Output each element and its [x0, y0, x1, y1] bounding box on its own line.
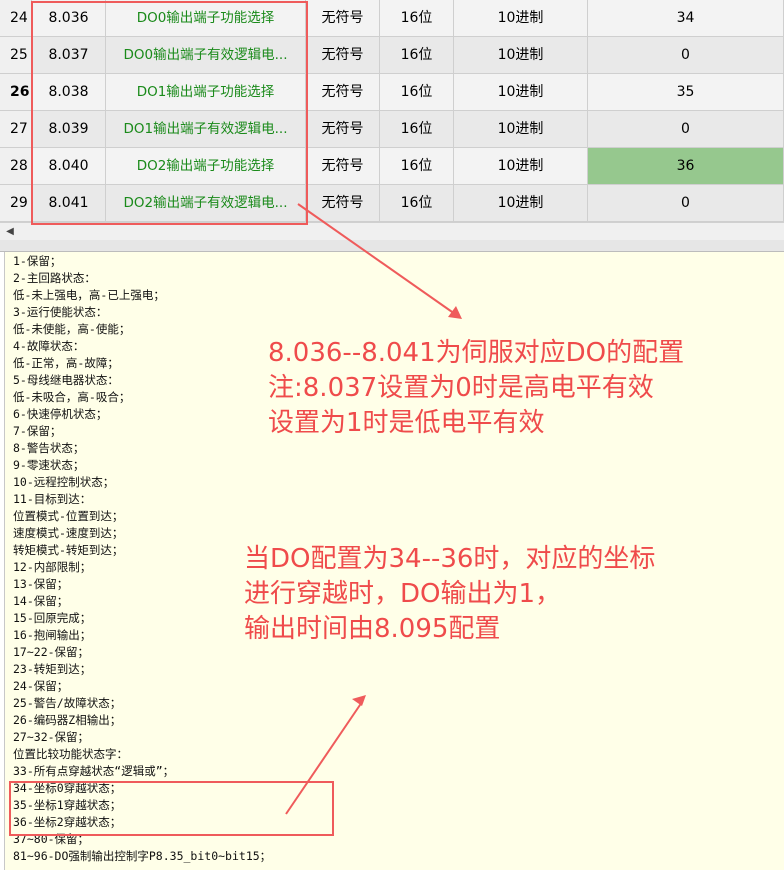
param-type[interactable]: 无符号	[306, 148, 380, 185]
description-line: 33-所有点穿越状态“逻辑或”；	[13, 764, 175, 778]
row-index: 24	[0, 0, 32, 37]
description-line: 8-警告状态；	[13, 441, 85, 455]
param-format[interactable]: 10进制	[454, 185, 588, 222]
description-line: 7-保留；	[13, 424, 62, 438]
annotation-line: 8.036--8.041为伺服对应DO的配置	[268, 338, 685, 368]
param-value[interactable]: 0	[588, 185, 784, 222]
triangle-left-icon[interactable]: ◀	[2, 224, 18, 240]
row-index: 29	[0, 185, 32, 222]
param-bits[interactable]: 16位	[380, 74, 454, 111]
param-type[interactable]: 无符号	[306, 74, 380, 111]
description-line: 10-远程控制状态；	[13, 475, 115, 489]
param-type[interactable]: 无符号	[306, 37, 380, 74]
description-line: 26-编码器Z相输出；	[13, 713, 122, 727]
param-format[interactable]: 10进制	[454, 0, 588, 37]
description-line: 速度模式-速度到达；	[13, 526, 124, 540]
param-bits[interactable]: 16位	[380, 148, 454, 185]
param-value[interactable]: 0	[588, 37, 784, 74]
annotation-line: 当DO配置为34--36时，对应的坐标	[244, 544, 656, 574]
description-line: 14-保留；	[13, 594, 69, 608]
description-line: 27~32-保留；	[13, 730, 90, 744]
description-line: 位置模式-位置到达；	[13, 509, 124, 523]
param-format[interactable]: 10进制	[454, 74, 588, 111]
param-type[interactable]: 无符号	[306, 111, 380, 148]
description-line: 低-正常，高-故障；	[13, 356, 119, 370]
description-line: 3-运行使能状态：	[13, 305, 108, 319]
description-line: 转矩模式-转矩到达；	[13, 543, 124, 557]
description-line: 13-保留；	[13, 577, 69, 591]
description-line: 5-母线继电器状态：	[13, 373, 119, 387]
description-line: 低-未上强电，高-已上强电；	[13, 288, 165, 302]
row-index: 28	[0, 148, 32, 185]
description-line: 6-快速停机状态；	[13, 407, 108, 421]
description-line: 2-主回路状态：	[13, 271, 96, 285]
description-line: 4-故障状态：	[13, 339, 85, 353]
description-line: 低-未使能，高-使能；	[13, 322, 131, 336]
description-line: 11-目标到达：	[13, 492, 92, 506]
description-line: 9-零速状态；	[13, 458, 85, 472]
row-index: 27	[0, 111, 32, 148]
param-value[interactable]: 35	[588, 74, 784, 111]
param-type[interactable]: 无符号	[306, 185, 380, 222]
description-line: 15-回原完成；	[13, 611, 92, 625]
table-highlight-box	[31, 1, 308, 225]
param-value-highlighted[interactable]: 36	[588, 148, 784, 185]
description-line: 16-抱闸输出；	[13, 628, 92, 642]
param-format[interactable]: 10进制	[454, 148, 588, 185]
description-list: 1-保留； 2-主回路状态： 低-未上强电，高-已上强电； 3-运行使能状态： 低-未使…	[13, 253, 271, 865]
description-line: 12-内部限制；	[13, 560, 92, 574]
annotation-note-do-config: 8.036--8.041为伺服对应DO的配置 注:8.037设置为0时是高电平有…	[268, 336, 684, 441]
param-bits[interactable]: 16位	[380, 111, 454, 148]
description-line: 23-转矩到达；	[13, 662, 92, 676]
param-bits[interactable]: 16位	[380, 185, 454, 222]
annotation-note-crossing: 当DO配置为34--36时，对应的坐标 进行穿越时，DO输出为1， 输出时间由8…	[244, 542, 655, 647]
description-line: 低-未吸合，高-吸合；	[13, 390, 131, 404]
param-type[interactable]: 无符号	[306, 0, 380, 37]
param-format[interactable]: 10进制	[454, 111, 588, 148]
description-line: 25-警告/故障状态；	[13, 696, 122, 710]
param-format[interactable]: 10进制	[454, 37, 588, 74]
annotation-line: 进行穿越时，DO输出为1，	[244, 579, 562, 609]
row-index: 25	[0, 37, 32, 74]
description-line: 24-保留；	[13, 679, 69, 693]
param-bits[interactable]: 16位	[380, 37, 454, 74]
description-line: 位置比较功能状态字：	[13, 747, 128, 761]
param-value[interactable]: 0	[588, 111, 784, 148]
description-highlight-box	[9, 781, 334, 836]
row-index: 26	[0, 74, 32, 111]
description-line: 17~22-保留；	[13, 645, 90, 659]
splitter-bar[interactable]	[0, 240, 784, 252]
annotation-line: 输出时间由8.095配置	[244, 614, 501, 644]
param-value[interactable]: 34	[588, 0, 784, 37]
param-bits[interactable]: 16位	[380, 0, 454, 37]
annotation-line: 注:8.037设置为0时是高电平有效	[268, 373, 654, 403]
description-line: 1-保留；	[13, 254, 62, 268]
description-line: 81~96-DO强制输出控制字P8.35_bit0~bit15；	[13, 849, 272, 863]
annotation-line: 设置为1时是低电平有效	[268, 408, 545, 438]
